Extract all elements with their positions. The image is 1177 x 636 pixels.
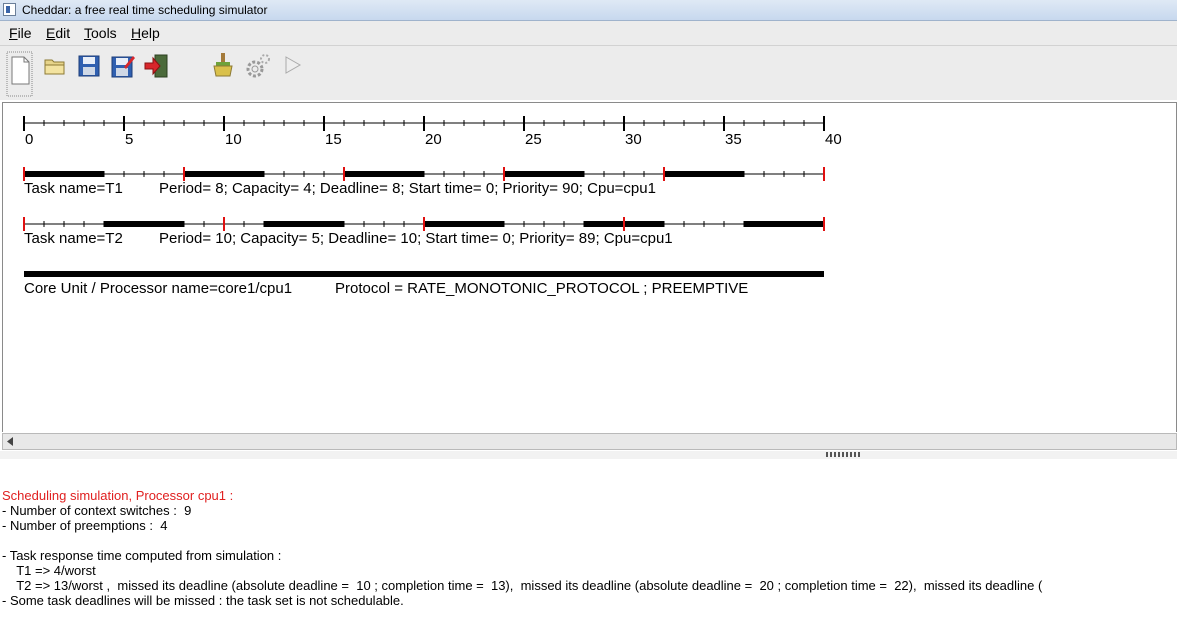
new-file-icon[interactable] <box>6 51 34 97</box>
processor-name-label: Core Unit / Processor name=core1/cpu1 <box>24 280 292 297</box>
menu-file[interactable]: File <box>9 25 32 41</box>
clear-brush-icon[interactable] <box>210 52 236 78</box>
time-axis-tick-label: 10 <box>225 131 242 148</box>
menu-edit[interactable]: Edit <box>46 25 70 41</box>
task-name-label: Task name=T2 <box>24 230 123 247</box>
timeline-svg: 0 5 10 15 20 25 30 35 40 Task name=T1 Period= 8; C… <box>23 116 842 297</box>
exit-icon[interactable] <box>143 53 169 79</box>
title-bar: Cheddar: a free real time scheduling sim… <box>0 0 1177 21</box>
settings-gear-icon[interactable] <box>244 52 272 80</box>
time-axis-tick-label: 5 <box>125 131 133 148</box>
task-parameters-label: Period= 8; Capacity= 4; Deadline= 8; Sta… <box>159 180 656 197</box>
horizontal-scrollbar[interactable] <box>2 433 1177 450</box>
splitter-grip-icon[interactable] <box>826 452 860 457</box>
time-axis-tick-label: 0 <box>25 131 33 148</box>
pane-splitter[interactable] <box>0 451 1177 459</box>
console-line: - Some task deadlines will be missed : t… <box>2 593 404 608</box>
time-axis-tick-label: 35 <box>725 131 742 148</box>
processor-bar <box>24 271 824 277</box>
processor-protocol-label: Protocol = RATE_MONOTONIC_PROTOCOL ; PRE… <box>335 280 748 297</box>
time-axis-tick-label: 40 <box>825 131 842 148</box>
run-play-icon[interactable] <box>282 54 304 76</box>
execution-bar <box>104 221 184 227</box>
menu-help[interactable]: Help <box>131 25 160 41</box>
menu-bar: File Edit Tools Help <box>0 21 1177 46</box>
toolbar <box>0 46 1177 100</box>
time-axis-tick-label: 30 <box>625 131 642 148</box>
time-axis-tick-label: 25 <box>525 131 542 148</box>
task-parameters-label: Period= 10; Capacity= 5; Deadline= 10; S… <box>159 230 673 247</box>
execution-bar <box>744 221 824 227</box>
time-axis-tick-label: 15 <box>325 131 342 148</box>
execution-bar <box>24 171 104 177</box>
console-line: - Number of preemptions : 4 <box>2 518 168 533</box>
console-header: Scheduling simulation, Processor cpu1 : <box>2 488 234 503</box>
execution-bar <box>344 171 424 177</box>
menu-tools[interactable]: Tools <box>84 25 117 41</box>
execution-bar <box>504 171 584 177</box>
save-as-icon[interactable] <box>110 53 136 79</box>
execution-bar <box>664 171 744 177</box>
console-line: T1 => 4/worst <box>2 563 96 578</box>
open-folder-icon[interactable] <box>43 54 67 78</box>
timeline-canvas: 0 5 10 15 20 25 30 35 40 Task name=T1 Period= 8; C… <box>2 102 1177 432</box>
time-axis-tick-label: 20 <box>425 131 442 148</box>
results-console: Scheduling simulation, Processor cpu1 : … <box>0 459 1177 636</box>
console-line: - Number of context switches : 9 <box>2 503 192 518</box>
app-icon <box>3 3 16 16</box>
task-name-label: Task name=T1 <box>24 180 123 197</box>
execution-bar <box>264 221 344 227</box>
execution-bar <box>184 171 264 177</box>
window-title: Cheddar: a free real time scheduling sim… <box>22 3 268 17</box>
console-line: T2 => 13/worst , missed its deadline (ab… <box>2 578 1043 593</box>
scroll-left-arrow-icon[interactable] <box>5 436 16 447</box>
execution-bar <box>424 221 504 227</box>
console-line: - Task response time computed from simul… <box>2 548 282 563</box>
save-icon[interactable] <box>77 54 101 78</box>
